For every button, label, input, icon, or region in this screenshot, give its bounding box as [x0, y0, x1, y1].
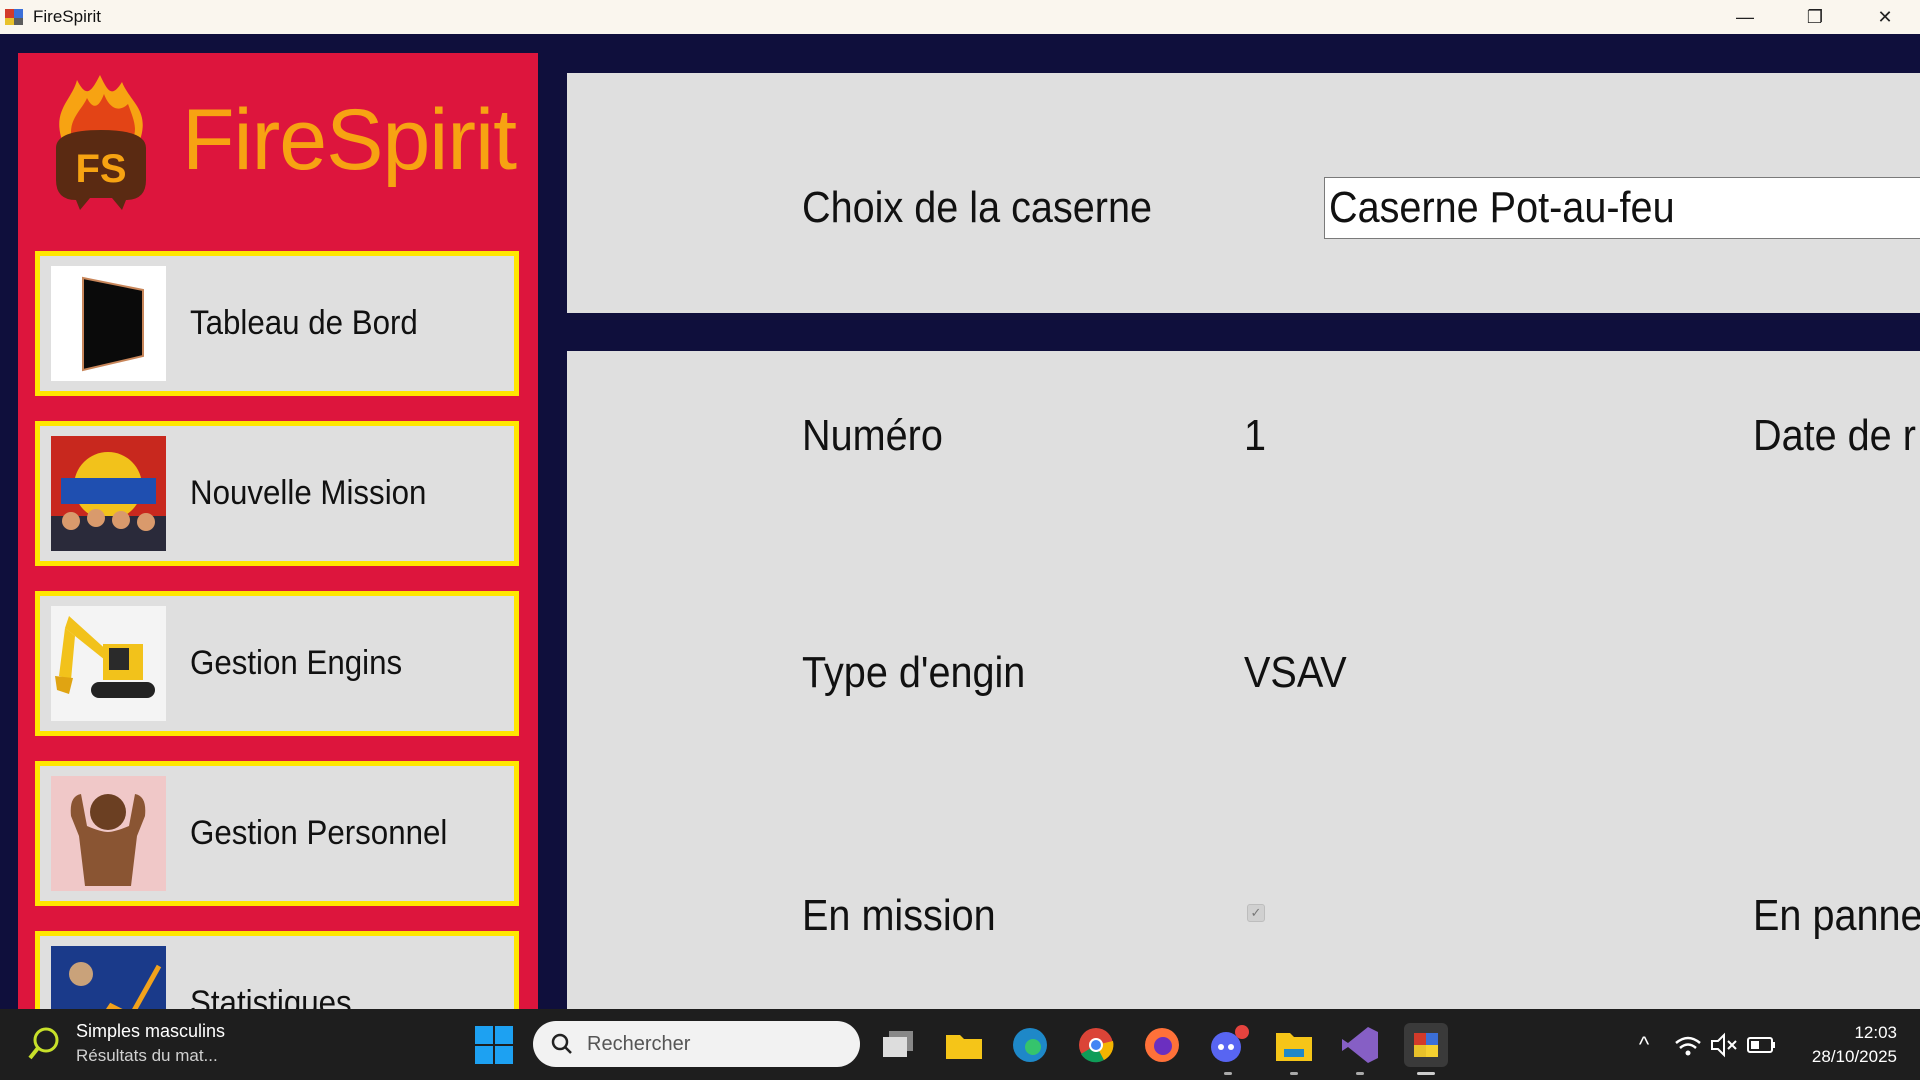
brand: FS FireSpirit	[42, 65, 517, 215]
nav-label: Nouvelle Mission	[190, 474, 427, 512]
nav-label: Gestion Engins	[190, 644, 403, 682]
dashboard-thumbnail-icon	[51, 266, 166, 381]
en-panne-label: En panne	[1753, 891, 1920, 940]
firespirit-logo-icon: FS	[56, 75, 146, 210]
sidebar: FS FireSpirit Tableau de Bord Nouvelle M…	[18, 53, 538, 1009]
widget-subtitle: Résultats du mat...	[76, 1046, 218, 1065]
excavator-thumbnail-icon	[51, 606, 166, 721]
nav-item-nouvelle-mission[interactable]: Nouvelle Mission	[35, 421, 519, 566]
chrome-browser-icon[interactable]	[1074, 1023, 1118, 1067]
clock-date: 28/10/2025	[1811, 1047, 1897, 1066]
caserne-label: Choix de la caserne	[802, 183, 1153, 232]
nav-label: Statistiques	[190, 984, 352, 1009]
firespirit-app-icon[interactable]	[1404, 1023, 1448, 1075]
nav-item-gestion-personnel[interactable]: Gestion Personnel	[35, 761, 519, 906]
brand-name: FireSpirit	[182, 91, 517, 188]
en-mission-checkbox[interactable]: ✓	[1247, 904, 1265, 922]
taskbar-search[interactable]: Rechercher	[533, 1021, 860, 1067]
nav-label: Gestion Personnel	[190, 814, 448, 852]
tray-overflow-chevron-icon[interactable]: ^	[1622, 1023, 1666, 1067]
personnel-thumbnail-icon	[51, 776, 166, 891]
nav-item-statistiques[interactable]: Statistiques	[35, 931, 519, 1009]
type-engin-label: Type d'engin	[802, 648, 1026, 697]
mission-thumbnail-icon	[51, 436, 166, 551]
caserne-panel: Choix de la caserne Caserne Pot-au-feu	[567, 73, 1920, 313]
tennis-ball-icon	[28, 1027, 59, 1059]
battery-icon[interactable]	[1740, 1023, 1784, 1067]
numero-value: 1	[1244, 411, 1267, 460]
widgets-button[interactable]: Simples masculins Résultats du mat...	[26, 1021, 225, 1066]
date-label: Date de r	[1753, 411, 1916, 460]
nav-item-tableau-de-bord[interactable]: Tableau de Bord	[35, 251, 519, 396]
task-view-icon[interactable]	[877, 1023, 921, 1067]
app-icon	[5, 7, 25, 27]
edge-browser-icon[interactable]	[1008, 1023, 1052, 1067]
caserne-selected-value: Caserne Pot-au-feu	[1329, 183, 1675, 232]
statistics-thumbnail-icon	[51, 946, 166, 1009]
taskbar: Simples masculins Résultats du mat... Re…	[0, 1009, 1920, 1080]
restore-button[interactable]: ❐	[1780, 0, 1850, 34]
type-engin-value: VSAV	[1244, 648, 1347, 697]
svg-text:FS: FS	[75, 147, 126, 191]
nav-item-gestion-engins[interactable]: Gestion Engins	[35, 591, 519, 736]
checkmark-icon: ✓	[1250, 905, 1262, 920]
visual-studio-icon[interactable]	[1338, 1023, 1382, 1075]
file-explorer-icon[interactable]	[942, 1023, 986, 1067]
close-button[interactable]: ✕	[1850, 0, 1920, 34]
system-clock[interactable]: 12:03 28/10/2025	[1812, 1021, 1897, 1069]
app-frame: FS FireSpirit Tableau de Bord Nouvelle M…	[0, 34, 1920, 1011]
engin-details-panel: Numéro 1 Date de r Type d'engin VSAV En …	[567, 351, 1920, 1011]
clock-time: 12:03	[1854, 1023, 1897, 1042]
caserne-select[interactable]: Caserne Pot-au-feu	[1324, 177, 1920, 239]
numero-label: Numéro	[802, 411, 943, 460]
en-mission-label: En mission	[802, 891, 996, 940]
nav-label: Tableau de Bord	[190, 304, 418, 342]
widget-title: Simples masculins	[76, 1021, 226, 1041]
search-icon	[551, 1033, 572, 1054]
minimize-button[interactable]: —	[1710, 0, 1780, 34]
search-placeholder: Rechercher	[587, 1032, 691, 1055]
folder-app-icon[interactable]	[1272, 1023, 1316, 1075]
discord-icon[interactable]	[1206, 1023, 1250, 1075]
firefox-browser-icon[interactable]	[1140, 1023, 1184, 1067]
start-button[interactable]	[475, 1026, 513, 1064]
window-title: FireSpirit	[33, 7, 102, 26]
window-titlebar: FireSpirit — ❐ ✕	[0, 0, 1920, 34]
